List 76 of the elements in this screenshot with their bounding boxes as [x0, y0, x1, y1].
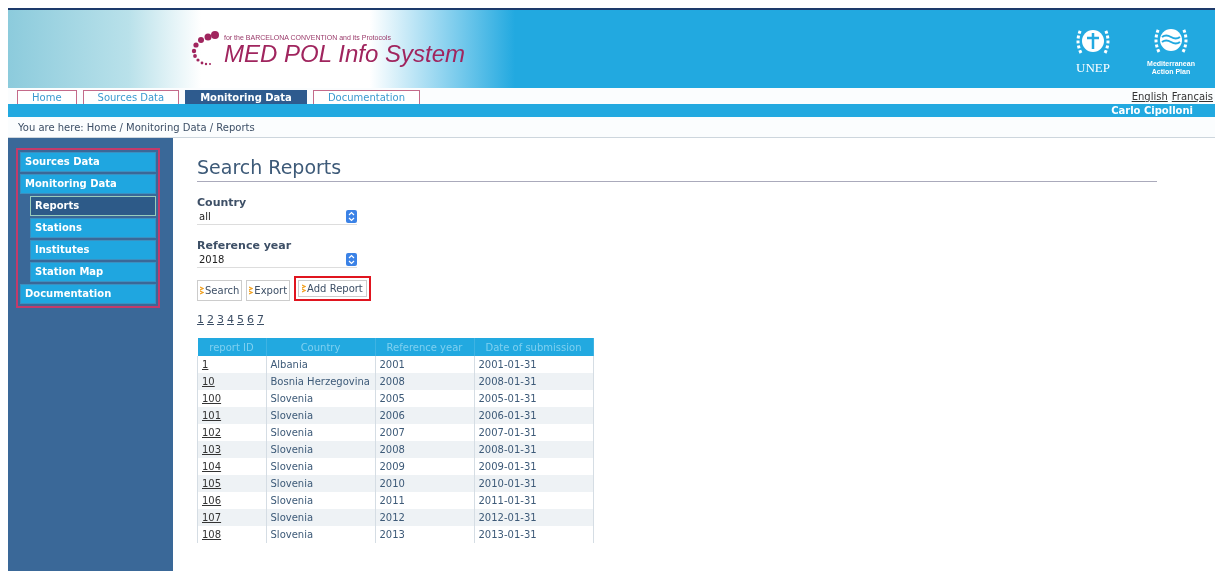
- sidebar-subitem[interactable]: Reports: [30, 196, 156, 216]
- table-cell: Slovenia: [266, 424, 375, 441]
- report-id-link[interactable]: 108: [202, 529, 222, 540]
- breadcrumb: You are here: Home / Monitoring Data / Reports: [18, 121, 255, 133]
- table-cell: Bosnia Herzegovina: [266, 373, 375, 390]
- filter-label: Country: [197, 196, 247, 209]
- report-id-link[interactable]: 107: [202, 512, 222, 523]
- table-cell: 2009-01-31: [474, 458, 593, 475]
- table-cell: Slovenia: [266, 390, 375, 407]
- report-id-link[interactable]: 101: [202, 410, 222, 421]
- table-cell: 2005-01-31: [474, 390, 593, 407]
- table-cell: 2012: [375, 509, 474, 526]
- select-arrows-icon: [346, 253, 357, 266]
- table-cell: Slovenia: [266, 407, 375, 424]
- table-cell: Slovenia: [266, 458, 375, 475]
- column-header: report ID: [197, 338, 266, 356]
- logo-caption: UNEP: [1075, 60, 1111, 76]
- table-cell: 2008-01-31: [474, 373, 593, 390]
- column-header: Country: [266, 338, 375, 356]
- table-cell: 2008: [375, 373, 474, 390]
- table-cell: 2008: [375, 441, 474, 458]
- table-cell: 2013-01-31: [474, 526, 593, 543]
- report-id-link[interactable]: 105: [202, 478, 222, 489]
- table-cell: 2005: [375, 390, 474, 407]
- report-id-link[interactable]: 100: [202, 393, 222, 404]
- action-button[interactable]: Export: [246, 280, 291, 301]
- table-cell: 2001-01-31: [474, 356, 593, 373]
- page-link[interactable]: 1: [197, 313, 204, 326]
- table-cell: 2007-01-31: [474, 424, 593, 441]
- page-link[interactable]: 2: [207, 313, 214, 326]
- page-link[interactable]: 6: [247, 313, 254, 326]
- column-header: Reference year: [375, 338, 474, 356]
- report-id-link[interactable]: 103: [202, 444, 222, 455]
- table-cell: 2010: [375, 475, 474, 492]
- table-cell: 2012-01-31: [474, 509, 593, 526]
- table-cell: 2011: [375, 492, 474, 509]
- page-link[interactable]: 5: [237, 313, 244, 326]
- language-link[interactable]: English: [1131, 90, 1168, 102]
- table-cell: Slovenia: [266, 509, 375, 526]
- page-link[interactable]: 3: [217, 313, 224, 326]
- page-link[interactable]: 7: [257, 313, 264, 326]
- user-name: Carlo Cipolloni: [1111, 105, 1193, 116]
- action-button[interactable]: Search: [197, 280, 243, 301]
- table-cell: Slovenia: [266, 475, 375, 492]
- table-cell: 2006-01-31: [474, 407, 593, 424]
- button-marker-icon: [249, 286, 254, 295]
- select-arrows-icon: [346, 210, 357, 223]
- table-cell: 2011-01-31: [474, 492, 593, 509]
- table-cell: Slovenia: [266, 441, 375, 458]
- page-link[interactable]: 4: [227, 313, 234, 326]
- select-field[interactable]: all: [197, 209, 357, 225]
- button-marker-icon: [200, 286, 204, 295]
- table-cell: Albania: [266, 356, 375, 373]
- table-cell: 2009: [375, 458, 474, 475]
- report-id-link[interactable]: 104: [202, 461, 222, 472]
- filter-label: Reference year: [197, 239, 292, 252]
- table-cell: 2008-01-31: [474, 441, 593, 458]
- table-cell: 2007: [375, 424, 474, 441]
- button-marker-icon: [302, 284, 307, 293]
- table-cell: Slovenia: [266, 526, 375, 543]
- table-cell: Slovenia: [266, 492, 375, 509]
- table-cell: 2010-01-31: [474, 475, 593, 492]
- report-id-link[interactable]: 10: [202, 376, 215, 387]
- select-field[interactable]: 2018: [197, 252, 357, 268]
- page-heading: Search Reports: [197, 156, 1157, 182]
- report-id-link[interactable]: 1: [202, 359, 209, 370]
- language-link[interactable]: Français: [1171, 90, 1213, 102]
- site-title: MED POL Info System: [224, 41, 465, 67]
- table-cell: 2001: [375, 356, 474, 373]
- table-cell: 2013: [375, 526, 474, 543]
- column-header: Date of submission: [474, 338, 593, 356]
- report-id-link[interactable]: 102: [202, 427, 222, 438]
- action-button[interactable]: Add Report: [294, 276, 371, 301]
- table-cell: 2006: [375, 407, 474, 424]
- report-id-link[interactable]: 106: [202, 495, 222, 506]
- nav-tab[interactable]: Monitoring Data: [185, 90, 307, 104]
